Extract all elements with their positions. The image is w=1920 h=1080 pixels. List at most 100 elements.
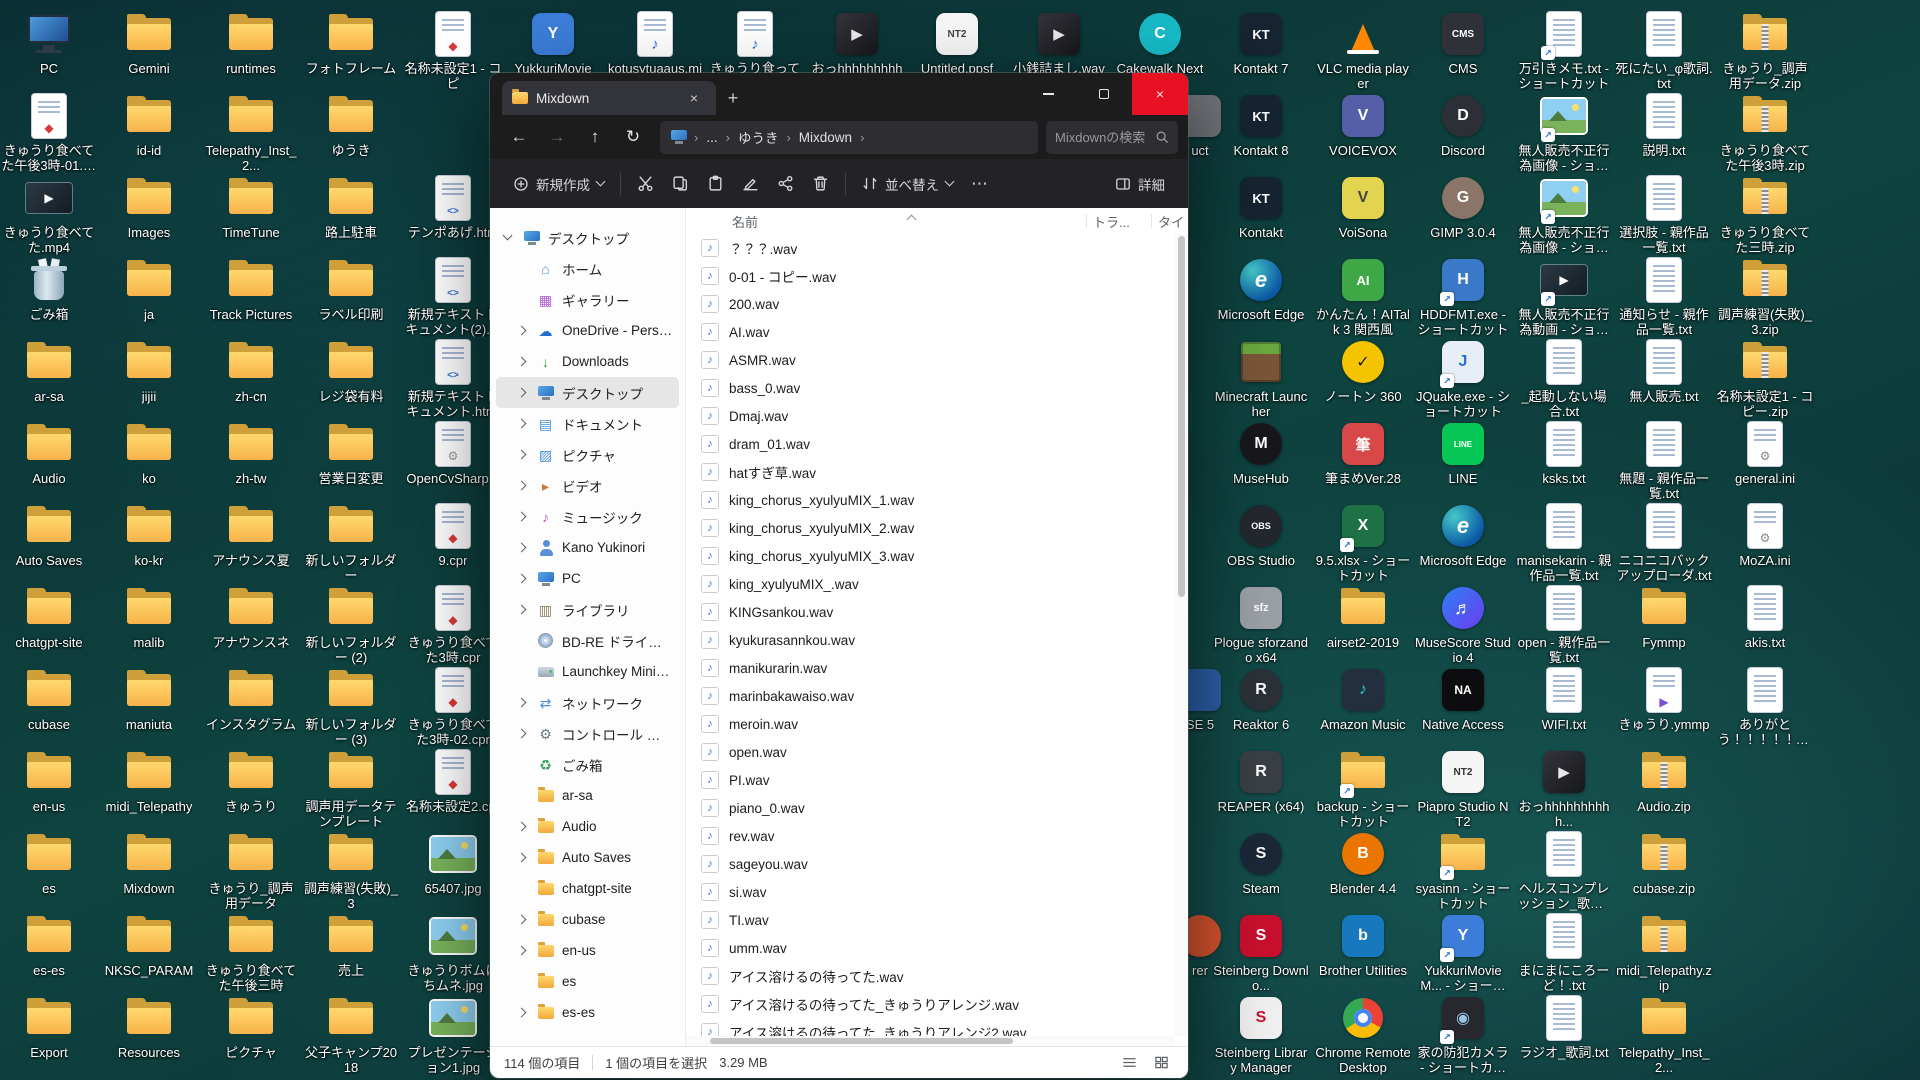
desktop-icon[interactable]: ラベル印刷 [301,256,401,322]
desktop-icon[interactable]: Telepathy_Inst_2... [1614,994,1714,1075]
desktop-icon[interactable]: id-id [99,92,199,158]
desktop-icon[interactable]: ◉↗家の防犯カメラ - ショートカット [1413,994,1513,1075]
expander[interactable] [514,1009,529,1016]
desktop-icon[interactable]: <>テンポあげ.htm [403,174,503,240]
expander[interactable] [514,420,529,427]
desktop-icon[interactable]: ↗backup - ショートカット [1313,748,1413,829]
tab-mixdown[interactable]: Mixdown × [502,81,716,115]
desktop-icon[interactable]: Track Pictures [201,256,301,322]
sidebar-item[interactable]: ♪ミュージック [496,501,679,532]
desktop-icon[interactable]: 調声練習(失敗)_3.zip [1715,256,1815,337]
desktop-icon[interactable]: プレゼンテーション1.jpg [403,994,503,1075]
sidebar-item[interactable]: cubase [496,904,679,935]
desktop-icon[interactable]: ゆうき [301,92,401,158]
desktop-icon[interactable]: SSteinberg Downlo... [1211,912,1311,993]
desktop-icon[interactable]: きゅうりボムにちムネ.jpg [403,912,503,993]
desktop-icon[interactable]: Images [99,174,199,240]
sidebar-item[interactable]: es-es [496,997,679,1028]
desktop-icon[interactable]: NT2Piapro Studio NT2 [1413,748,1513,829]
desktop-icon[interactable]: KTKontakt 8 [1211,92,1311,158]
desktop-icon[interactable]: きゅうり食べてた午後3時.zip [1715,92,1815,173]
desktop-icon[interactable]: zh-tw [201,420,301,486]
desktop-icon[interactable]: TimeTune [201,174,301,240]
desktop-icon[interactable]: manisekarin - 親作品一覧.txt [1514,502,1614,583]
sidebar-item[interactable]: Audio [496,811,679,842]
desktop-icon[interactable]: airset2-2019 [1313,584,1413,650]
desktop-icon[interactable]: 調声練習(失敗)_3 [301,830,401,911]
file-row[interactable]: ♪200.wav [686,290,1174,318]
details-view-button[interactable] [1116,1052,1142,1074]
file-row[interactable]: ♪0-01 - コピー.wav [686,262,1174,290]
desktop-icon[interactable]: bBrother Utilities [1313,912,1413,978]
expander[interactable] [514,699,529,706]
desktop-icon[interactable]: CMSCMS [1413,10,1513,76]
sidebar-item[interactable]: ▸ビデオ [496,470,679,501]
sidebar-item[interactable]: BD-RE ドライブ (D:) MrPC2... [496,625,679,656]
desktop-icon[interactable]: ko [99,420,199,486]
desktop-icon[interactable]: sfzPlogue sforzando x64 [1211,584,1311,665]
desktop-icon[interactable]: cubase.zip [1614,830,1714,896]
desktop-icon[interactable]: まにまにころーど！.txt [1514,912,1614,993]
file-row[interactable]: ♪piano_0.wav [686,794,1174,822]
desktop-icon[interactable]: 売上 [301,912,401,978]
desktop-icon[interactable]: ◆きゅうり食べてた午後3時-01.cpr [0,92,99,173]
sidebar-item[interactable]: ⌂ホーム [496,253,679,284]
file-row[interactable]: ♪king_xyulyuMIX_.wav [686,570,1174,598]
desktop-icon[interactable]: eMicrosoft Edge [1211,256,1311,322]
sidebar-item[interactable]: ♻ごみ箱 [496,749,679,780]
desktop-icon[interactable]: Fymmp [1614,584,1714,650]
column-header-title[interactable]: タイ [1158,212,1188,231]
sidebar-item[interactable]: ar-sa [496,780,679,811]
desktop-icon[interactable]: NKSC_PARAM [99,912,199,978]
horizontal-scrollbar[interactable] [686,1036,1174,1046]
refresh-button[interactable]: ↻ [614,120,652,154]
file-row[interactable]: ♪アイス溶けるの待ってた_きゅうりアレンジ.wav [686,990,1174,1018]
desktop-icon[interactable]: open - 親作品一覧.txt [1514,584,1614,665]
desktop-icon[interactable]: midi_Telepathy [99,748,199,814]
desktop-icon[interactable]: 新しいフォルダー [301,502,401,583]
desktop-icon[interactable]: ⚙MoZA.ini [1715,502,1815,568]
desktop-icon[interactable]: Y↗YukkuriMovieM... - ショートカット [1413,912,1513,993]
file-row[interactable]: ♪Dmaj.wav [686,402,1174,430]
expander[interactable] [514,513,529,520]
desktop-icon[interactable]: Mixdown [99,830,199,896]
sort-button[interactable]: 並べ替え [853,166,962,202]
back-button[interactable]: ← [500,120,538,154]
expander[interactable] [500,236,515,239]
expander[interactable] [514,451,529,458]
desktop-icon[interactable]: 説明.txt [1614,92,1714,158]
file-row[interactable]: ♪king_chorus_xyulyuMIX_2.wav [686,514,1174,542]
sidebar-item[interactable]: PC [496,563,679,594]
desktop-icon[interactable]: Gemini [99,10,199,76]
file-row[interactable]: ♪si.wav [686,878,1174,906]
file-row[interactable]: ♪アイス溶けるの待ってた_きゅうりアレンジ2.wav [686,1018,1174,1036]
desktop-icon[interactable]: ja [99,256,199,322]
desktop-icon[interactable]: 無人販売.txt [1614,338,1714,404]
desktop-icon[interactable]: ◆名称未設定1 - コピ [403,10,503,91]
desktop-icon[interactable]: Auto Saves [0,502,99,568]
more-button[interactable]: ⋯ [962,166,997,202]
desktop-icon[interactable]: ごみ箱 [0,256,99,322]
desktop-icon[interactable]: cubase [0,666,99,732]
desktop-icon[interactable]: ↗万引きメモ.txt - ショートカット [1514,10,1614,91]
tab-close-icon[interactable]: × [682,86,706,110]
sidebar-item[interactable]: en-us [496,935,679,966]
desktop-icon[interactable]: malib [99,584,199,650]
file-row[interactable]: ♪meroin.wav [686,710,1174,738]
file-row[interactable]: ♪manikurarin.wav [686,654,1174,682]
desktop-icon[interactable]: インスタグラム [201,666,301,732]
desktop-icon[interactable]: ar-sa [0,338,99,404]
expander[interactable] [514,854,529,861]
desktop-icon[interactable]: runtimes [201,10,301,76]
desktop-icon[interactable]: VVoiSona [1313,174,1413,240]
file-row[interactable]: ♪kyukurasannkou.wav [686,626,1174,654]
desktop-icon[interactable]: ヘルスコンプレッション_歌詞.txt [1514,830,1614,911]
forward-button[interactable]: → [538,120,576,154]
desktop-icon[interactable]: VLC media player [1313,10,1413,91]
desktop-icon[interactable]: es [0,830,99,896]
expander[interactable] [514,823,529,830]
paste-button[interactable] [698,166,733,202]
desktop-icon[interactable]: ▶小銭詰まし.wav [1009,10,1109,76]
desktop-icon[interactable]: 無題 - 親作品一覧.txt [1614,420,1714,501]
desktop-icon[interactable]: 新しいフォルダー (2) [301,584,401,665]
